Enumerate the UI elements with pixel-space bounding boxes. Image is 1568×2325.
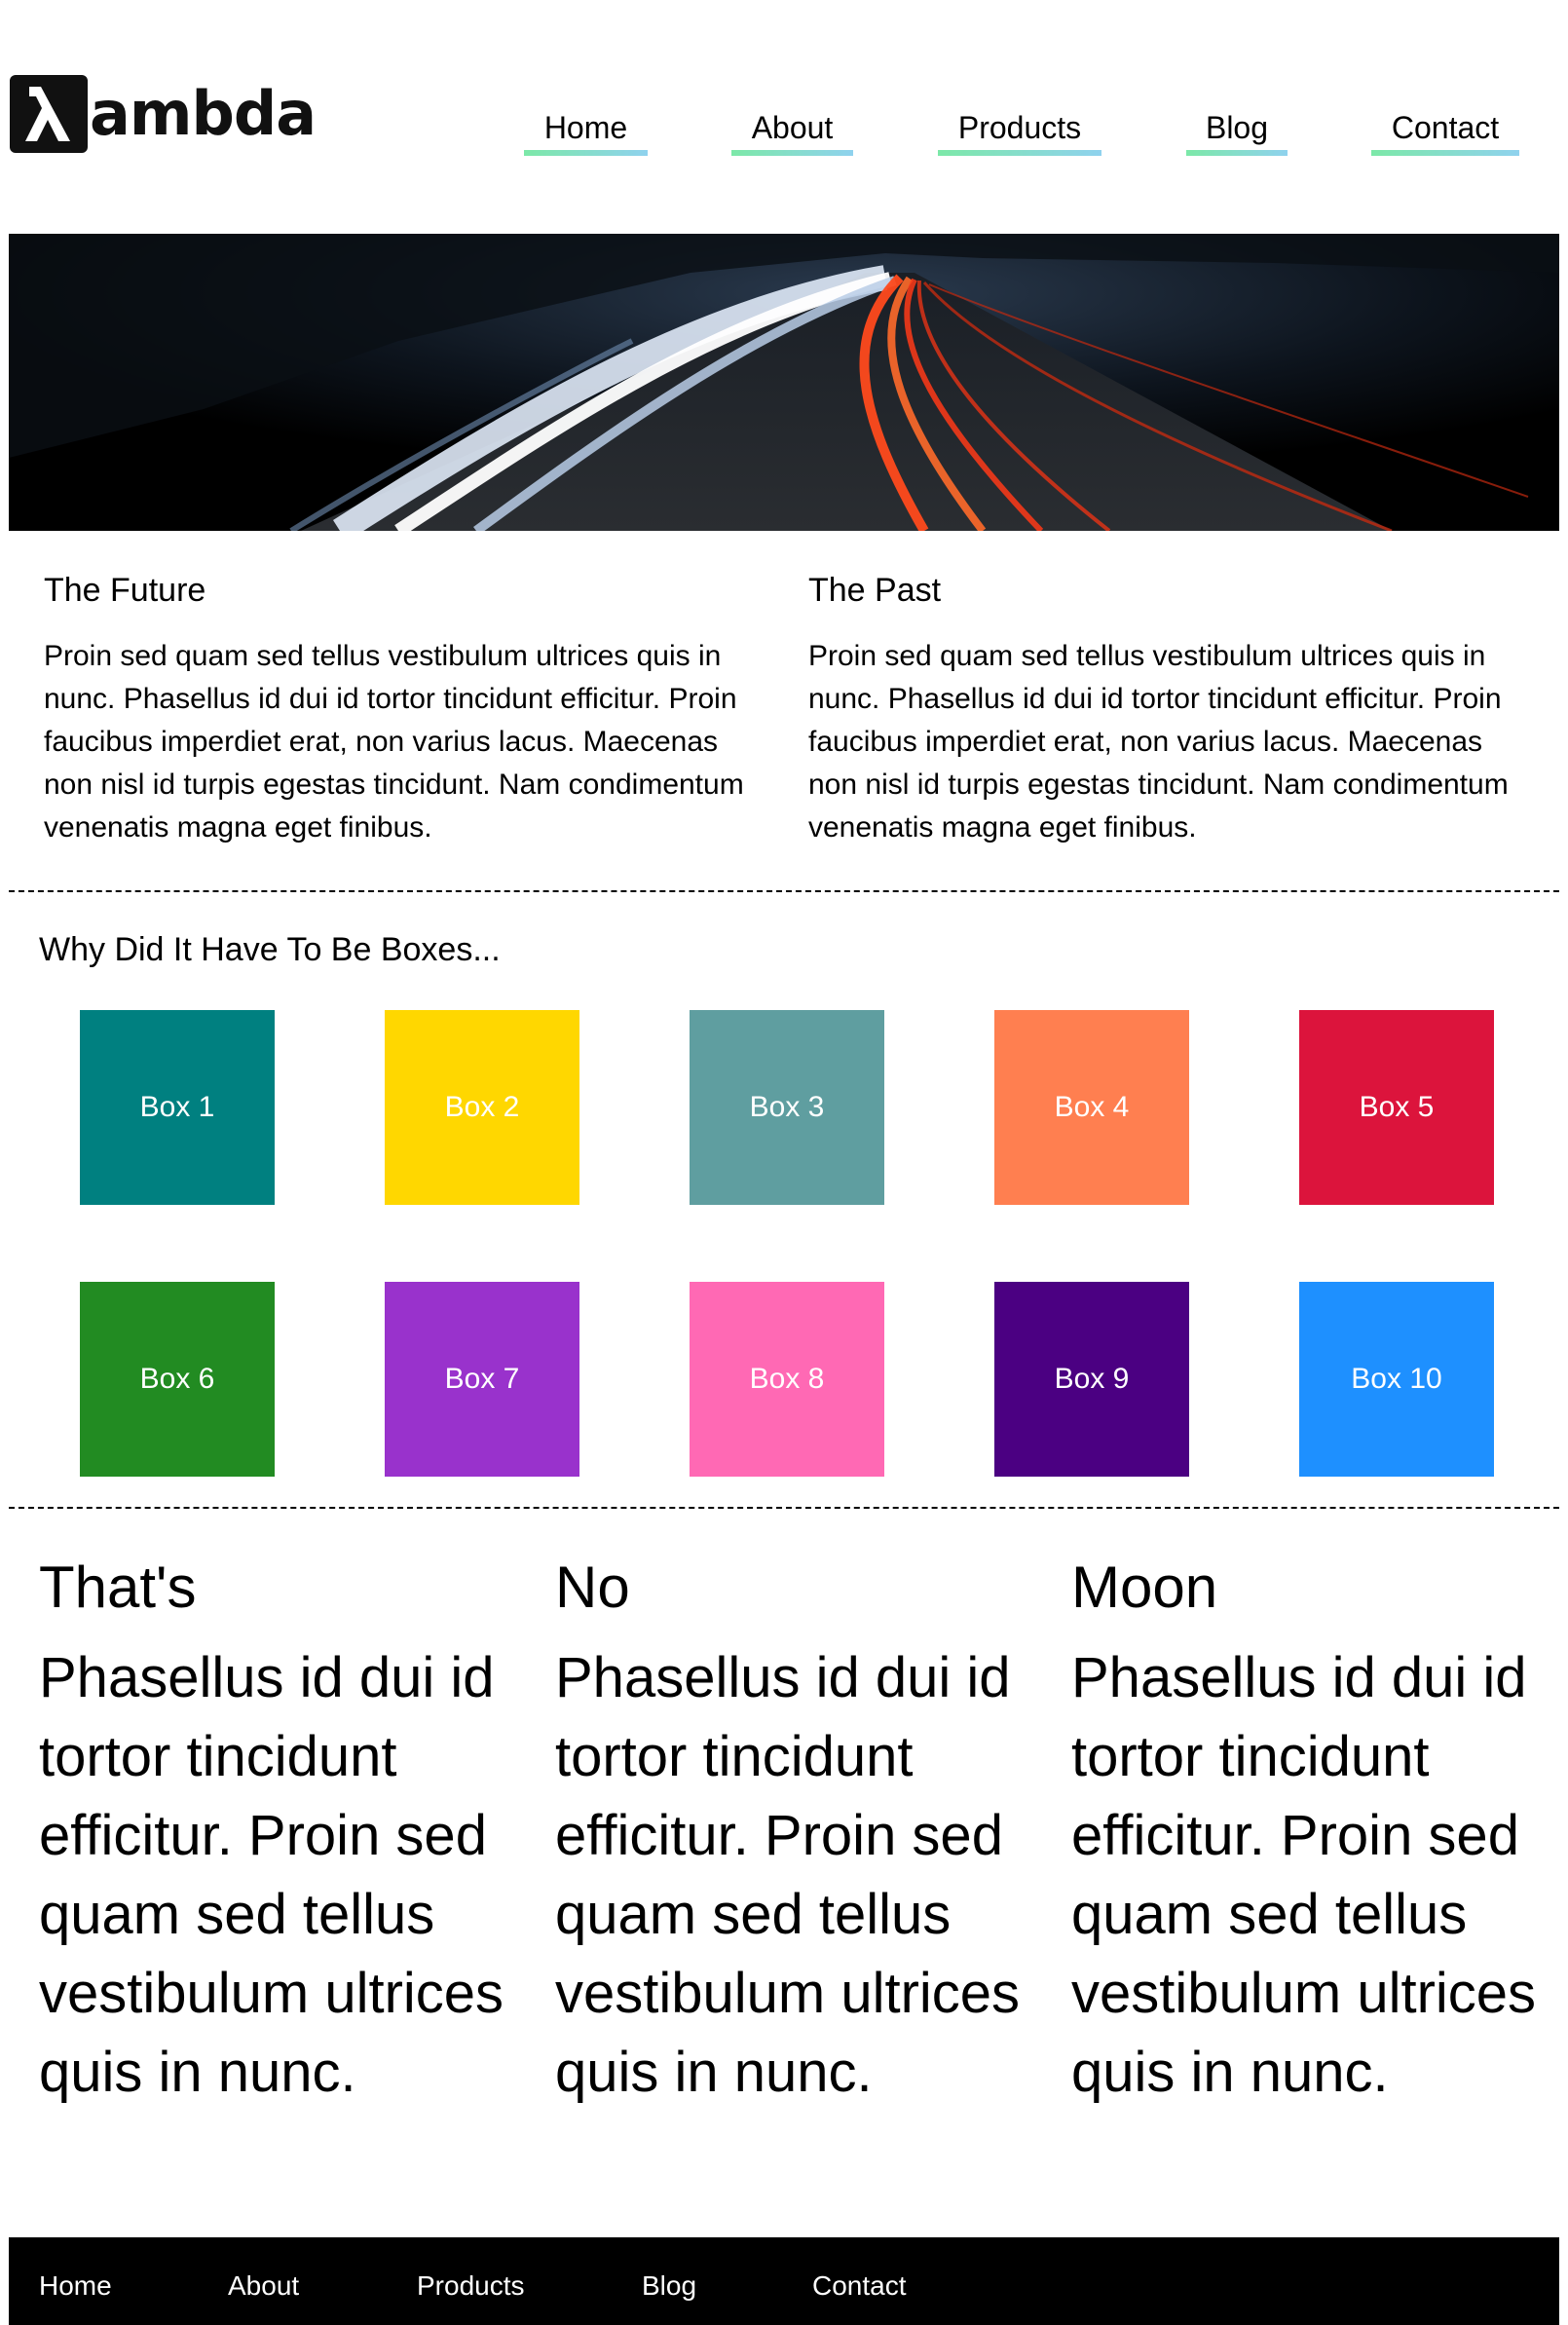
- footer-nav-blog[interactable]: Blog: [642, 2267, 696, 2306]
- column-2-title: No: [555, 1555, 630, 1620]
- column-3: Moon Phasellus id dui id tortor tincidun…: [1071, 1549, 1549, 2112]
- nav-products[interactable]: Products: [938, 107, 1101, 156]
- nav-about[interactable]: About: [731, 107, 853, 156]
- column-2: No Phasellus id dui id tortor tincidunt …: [555, 1549, 1032, 2112]
- box-8[interactable]: Box 8: [690, 1282, 884, 1477]
- box-3[interactable]: Box 3: [690, 1010, 884, 1205]
- footer-nav-home[interactable]: Home: [39, 2267, 112, 2306]
- column-1-title: That's: [39, 1555, 197, 1620]
- column-1: That's Phasellus id dui id tortor tincid…: [39, 1549, 516, 2112]
- column-3-title: Moon: [1071, 1555, 1218, 1620]
- hero-image: [9, 234, 1559, 531]
- footer-nav-products[interactable]: Products: [417, 2267, 525, 2306]
- nav-contact[interactable]: Contact: [1371, 107, 1519, 156]
- footer-nav-contact[interactable]: Contact: [812, 2267, 907, 2306]
- nav-home[interactable]: Home: [524, 107, 648, 156]
- box-5[interactable]: Box 5: [1299, 1010, 1494, 1205]
- intro-right: The Past Proin sed quam sed tellus vesti…: [808, 565, 1519, 849]
- column-1-body: Phasellus id dui id tortor tincidunt eff…: [39, 1646, 504, 2104]
- box-2[interactable]: Box 2: [385, 1010, 579, 1205]
- column-3-body: Phasellus id dui id tortor tincidunt eff…: [1071, 1646, 1537, 2104]
- section-divider: [9, 890, 1559, 892]
- header: ambda Home About Products Blog Contact: [0, 0, 1568, 195]
- intro-left: The Future Proin sed quam sed tellus ves…: [44, 565, 755, 849]
- box-6[interactable]: Box 6: [80, 1282, 275, 1477]
- main-nav: Home About Products Blog Contact: [0, 107, 1568, 166]
- intro-left-body: Proin sed quam sed tellus vestibulum ult…: [44, 640, 744, 844]
- footer: Home About Products Blog Contact: [9, 2237, 1559, 2325]
- box-1[interactable]: Box 1: [80, 1010, 275, 1205]
- column-2-body: Phasellus id dui id tortor tincidunt eff…: [555, 1646, 1021, 2104]
- hero-light-trails: [9, 234, 1559, 531]
- box-7[interactable]: Box 7: [385, 1282, 579, 1477]
- page: ambda Home About Products Blog Contact T…: [0, 0, 1568, 2325]
- box-4[interactable]: Box 4: [994, 1010, 1189, 1205]
- intro-right-title: The Past: [808, 572, 942, 609]
- nav-blog[interactable]: Blog: [1186, 107, 1288, 156]
- section-divider: [9, 1507, 1559, 1509]
- boxes-title: Why Did It Have To Be Boxes...: [39, 931, 501, 968]
- intro-right-body: Proin sed quam sed tellus vestibulum ult…: [808, 640, 1509, 844]
- intro-left-title: The Future: [44, 572, 206, 609]
- footer-nav-about[interactable]: About: [228, 2267, 299, 2306]
- box-9[interactable]: Box 9: [994, 1282, 1189, 1477]
- box-10[interactable]: Box 10: [1299, 1282, 1494, 1477]
